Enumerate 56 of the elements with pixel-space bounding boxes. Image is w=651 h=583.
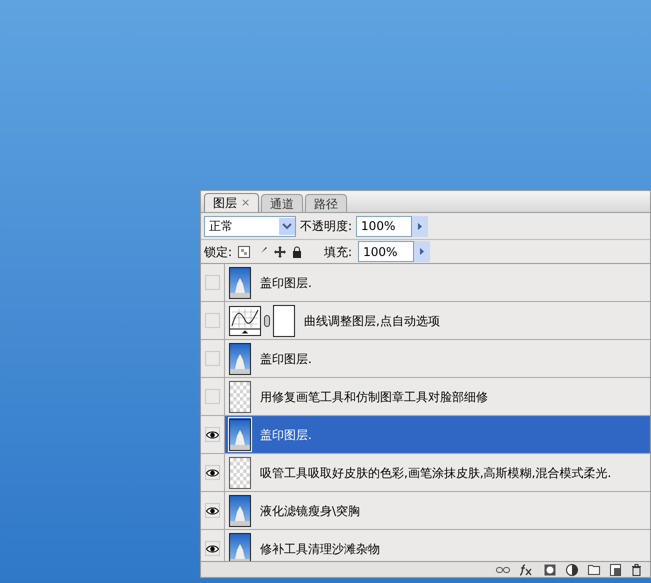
visibility-toggle[interactable] [205,351,220,366]
eye-icon[interactable] [205,465,220,480]
layer-name: 曲线调整图层,点自动选项 [304,314,440,326]
layer-row[interactable]: 盖印图层. [201,264,650,302]
chevron-down-icon [279,218,295,234]
layer-name: 吸管工具吸取好皮肤的色彩,画笔涂抹皮肤,高斯模糊,混合模式柔光. [260,466,612,478]
trash-icon[interactable] [631,564,642,576]
visibility-toggle[interactable] [205,313,220,328]
play-icon[interactable] [412,216,428,236]
opacity-label: 不透明度: [300,218,352,235]
panel-tab[interactable]: 图层 × [204,193,260,212]
panel-tab[interactable]: 通道 [261,194,304,212]
folder-icon[interactable] [588,564,600,575]
fill-field[interactable]: 100% [358,241,414,262]
panel-tab[interactable]: 路径 [305,194,348,212]
eye-icon[interactable] [205,541,220,556]
layer-name: 液化滤镜瘦身\突胸 [260,504,360,516]
layer-row[interactable]: 盖印图层. [201,416,650,454]
opacity-field[interactable]: 100% [356,216,412,236]
fill-label: 填充: [324,244,352,260]
checkerboard-icon[interactable] [238,246,250,258]
visibility-toggle[interactable] [205,389,220,404]
layer-name: 修补工具清理沙滩杂物 [260,542,380,554]
eye-icon[interactable] [205,503,220,518]
curves-icon [229,306,261,336]
layer-thumbnail [229,342,251,374]
layer-thumbnail [229,532,251,561]
new-layer-icon[interactable] [610,564,621,576]
half-circle-icon[interactable] [566,564,578,576]
move-icon[interactable] [274,246,286,258]
mask-icon[interactable] [544,564,556,576]
mask-thumbnail [273,304,295,336]
play-icon[interactable] [414,241,430,262]
layer-name: 盖印图层. [260,352,312,364]
layer-row[interactable]: 液化滤镜瘦身\突胸 [201,492,650,530]
transparent-thumbnail [229,380,251,412]
blend-mode-dropdown[interactable]: 正常 [204,216,296,236]
layer-thumbnail [229,418,251,450]
layer-row[interactable]: 曲线调整图层,点自动选项 [201,302,650,340]
tab-label: 图层 [213,195,237,212]
layer-name: 盖印图层. [260,276,312,288]
link-icon[interactable] [496,566,510,574]
visibility-toggle[interactable] [205,275,220,290]
eye-icon[interactable] [205,427,220,442]
fx-icon[interactable] [520,564,534,576]
lock-icon[interactable] [292,246,302,258]
close-tab-button[interactable]: × [241,194,250,212]
layer-thumbnail [229,494,251,526]
layer-row[interactable]: 盖印图层. [201,340,650,378]
layer-name: 用修复画笔工具和仿制图章工具对脸部细修 [260,390,488,402]
layer-thumbnail [229,266,251,298]
transparent-thumbnail [229,456,251,488]
lock-label: 锁定: [204,244,232,260]
chain-link-icon [264,314,270,326]
layer-name: 盖印图层. [260,428,312,440]
layer-row[interactable]: 吸管工具吸取好皮肤的色彩,画笔涂抹皮肤,高斯模糊,混合模式柔光. [201,454,650,492]
